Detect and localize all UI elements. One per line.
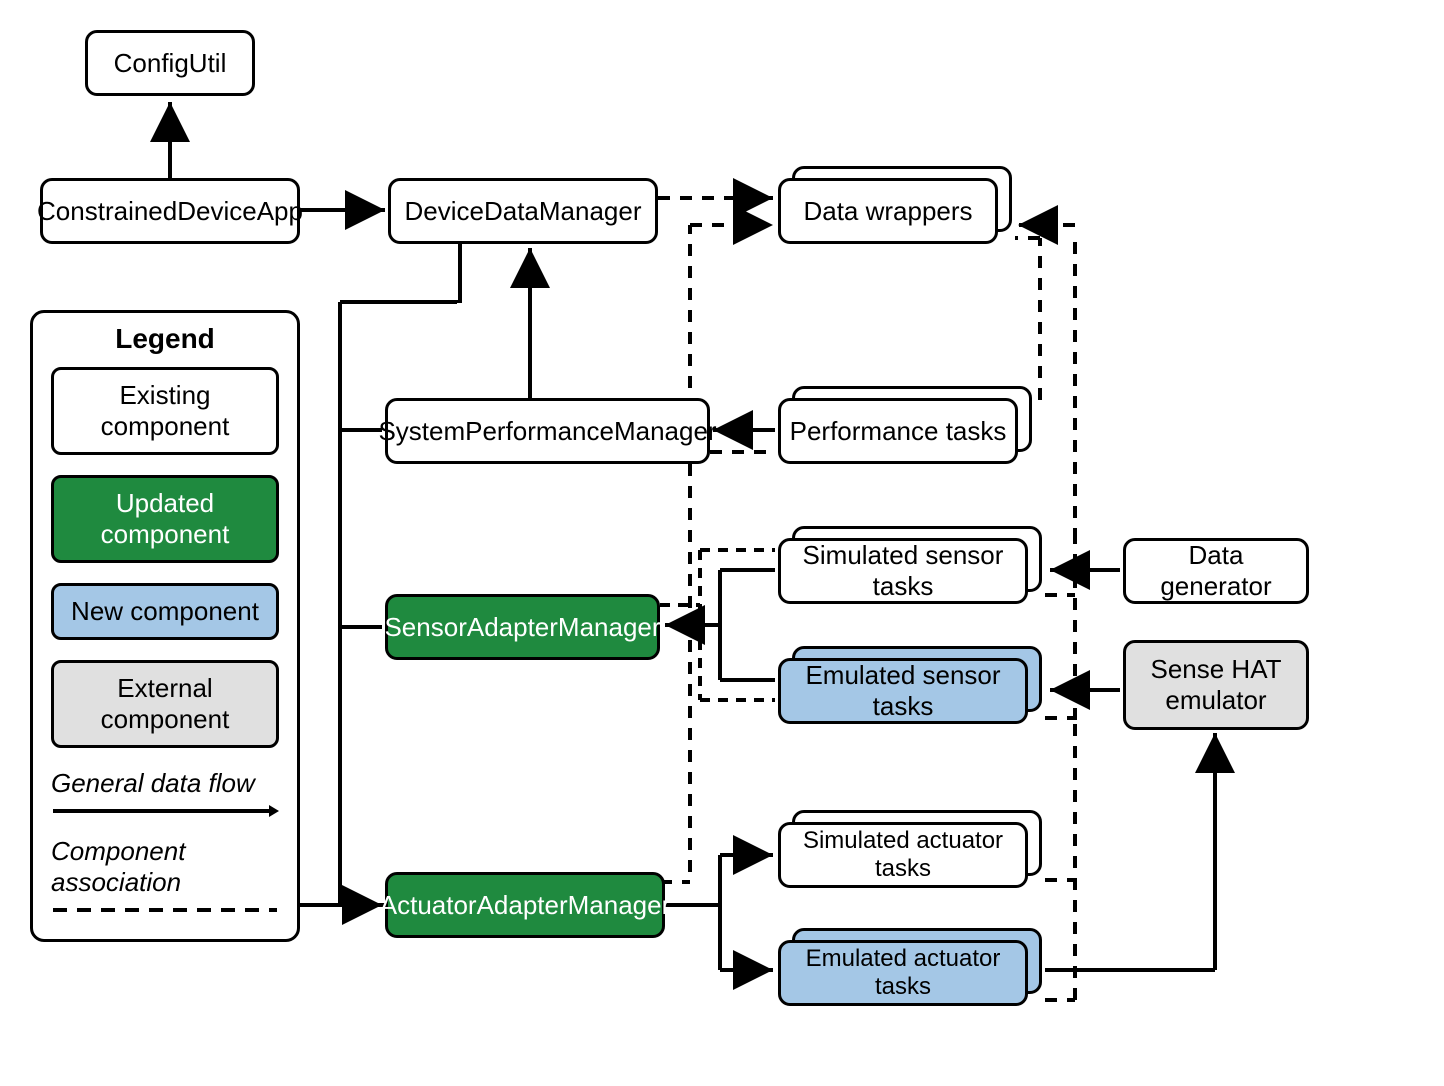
sensor-adapter-manager-box: SensorAdapterManager: [385, 594, 660, 660]
legend-general-flow-label: General data flow: [51, 768, 279, 799]
legend-new-box: New component: [51, 583, 279, 640]
sensor-adapter-manager-label: SensorAdapterManager: [384, 612, 660, 643]
legend-updated-label: Updated component: [101, 488, 230, 549]
simulated-sensor-tasks-box: Simulated sensor tasks: [778, 538, 1028, 604]
device-data-manager-box: DeviceDataManager: [388, 178, 658, 244]
simulated-sensor-tasks-label: Simulated sensor tasks: [789, 540, 1017, 602]
emulated-actuator-tasks-label: Emulated actuator tasks: [789, 945, 1017, 1001]
constrained-device-app-label: ConstrainedDeviceApp: [37, 196, 303, 227]
config-util-label: ConfigUtil: [114, 48, 227, 79]
legend-existing-box: Existing component: [51, 367, 279, 455]
data-wrappers-box: Data wrappers: [778, 178, 998, 244]
legend-new-label: New component: [71, 596, 259, 626]
legend-external-label: External component: [101, 673, 230, 734]
data-generator-label: Data generator: [1134, 540, 1298, 602]
data-wrappers-label: Data wrappers: [803, 196, 972, 227]
legend-component-assoc-label: Component association: [51, 836, 279, 898]
emulated-sensor-tasks-box: Emulated sensor tasks: [778, 658, 1028, 724]
legend-title: Legend: [51, 323, 279, 355]
system-performance-manager-label: SystemPerformanceManager: [378, 416, 716, 447]
emulated-sensor-tasks-label: Emulated sensor tasks: [789, 660, 1017, 722]
legend-existing-label: Existing component: [101, 380, 230, 441]
emulated-actuator-tasks-box: Emulated actuator tasks: [778, 940, 1028, 1006]
constrained-device-app-box: ConstrainedDeviceApp: [40, 178, 300, 244]
legend-updated-box: Updated component: [51, 475, 279, 563]
simulated-actuator-tasks-label: Simulated actuator tasks: [789, 827, 1017, 883]
legend-solid-arrow-icon: [51, 801, 281, 821]
actuator-adapter-manager-box: ActuatorAdapterManager: [385, 872, 665, 938]
data-generator-box: Data generator: [1123, 538, 1309, 604]
sense-hat-emulator-label: Sense HAT emulator: [1134, 654, 1298, 716]
performance-tasks-box: Performance tasks: [778, 398, 1018, 464]
legend-container: Legend Existing component Updated compon…: [30, 310, 300, 942]
sense-hat-emulator-box: Sense HAT emulator: [1123, 640, 1309, 730]
legend-external-box: External component: [51, 660, 279, 748]
config-util-box: ConfigUtil: [85, 30, 255, 96]
device-data-manager-label: DeviceDataManager: [404, 196, 641, 227]
performance-tasks-label: Performance tasks: [790, 416, 1007, 447]
actuator-adapter-manager-label: ActuatorAdapterManager: [380, 890, 671, 921]
legend-dashed-line-icon: [51, 900, 281, 920]
simulated-actuator-tasks-box: Simulated actuator tasks: [778, 822, 1028, 888]
system-performance-manager-box: SystemPerformanceManager: [385, 398, 710, 464]
